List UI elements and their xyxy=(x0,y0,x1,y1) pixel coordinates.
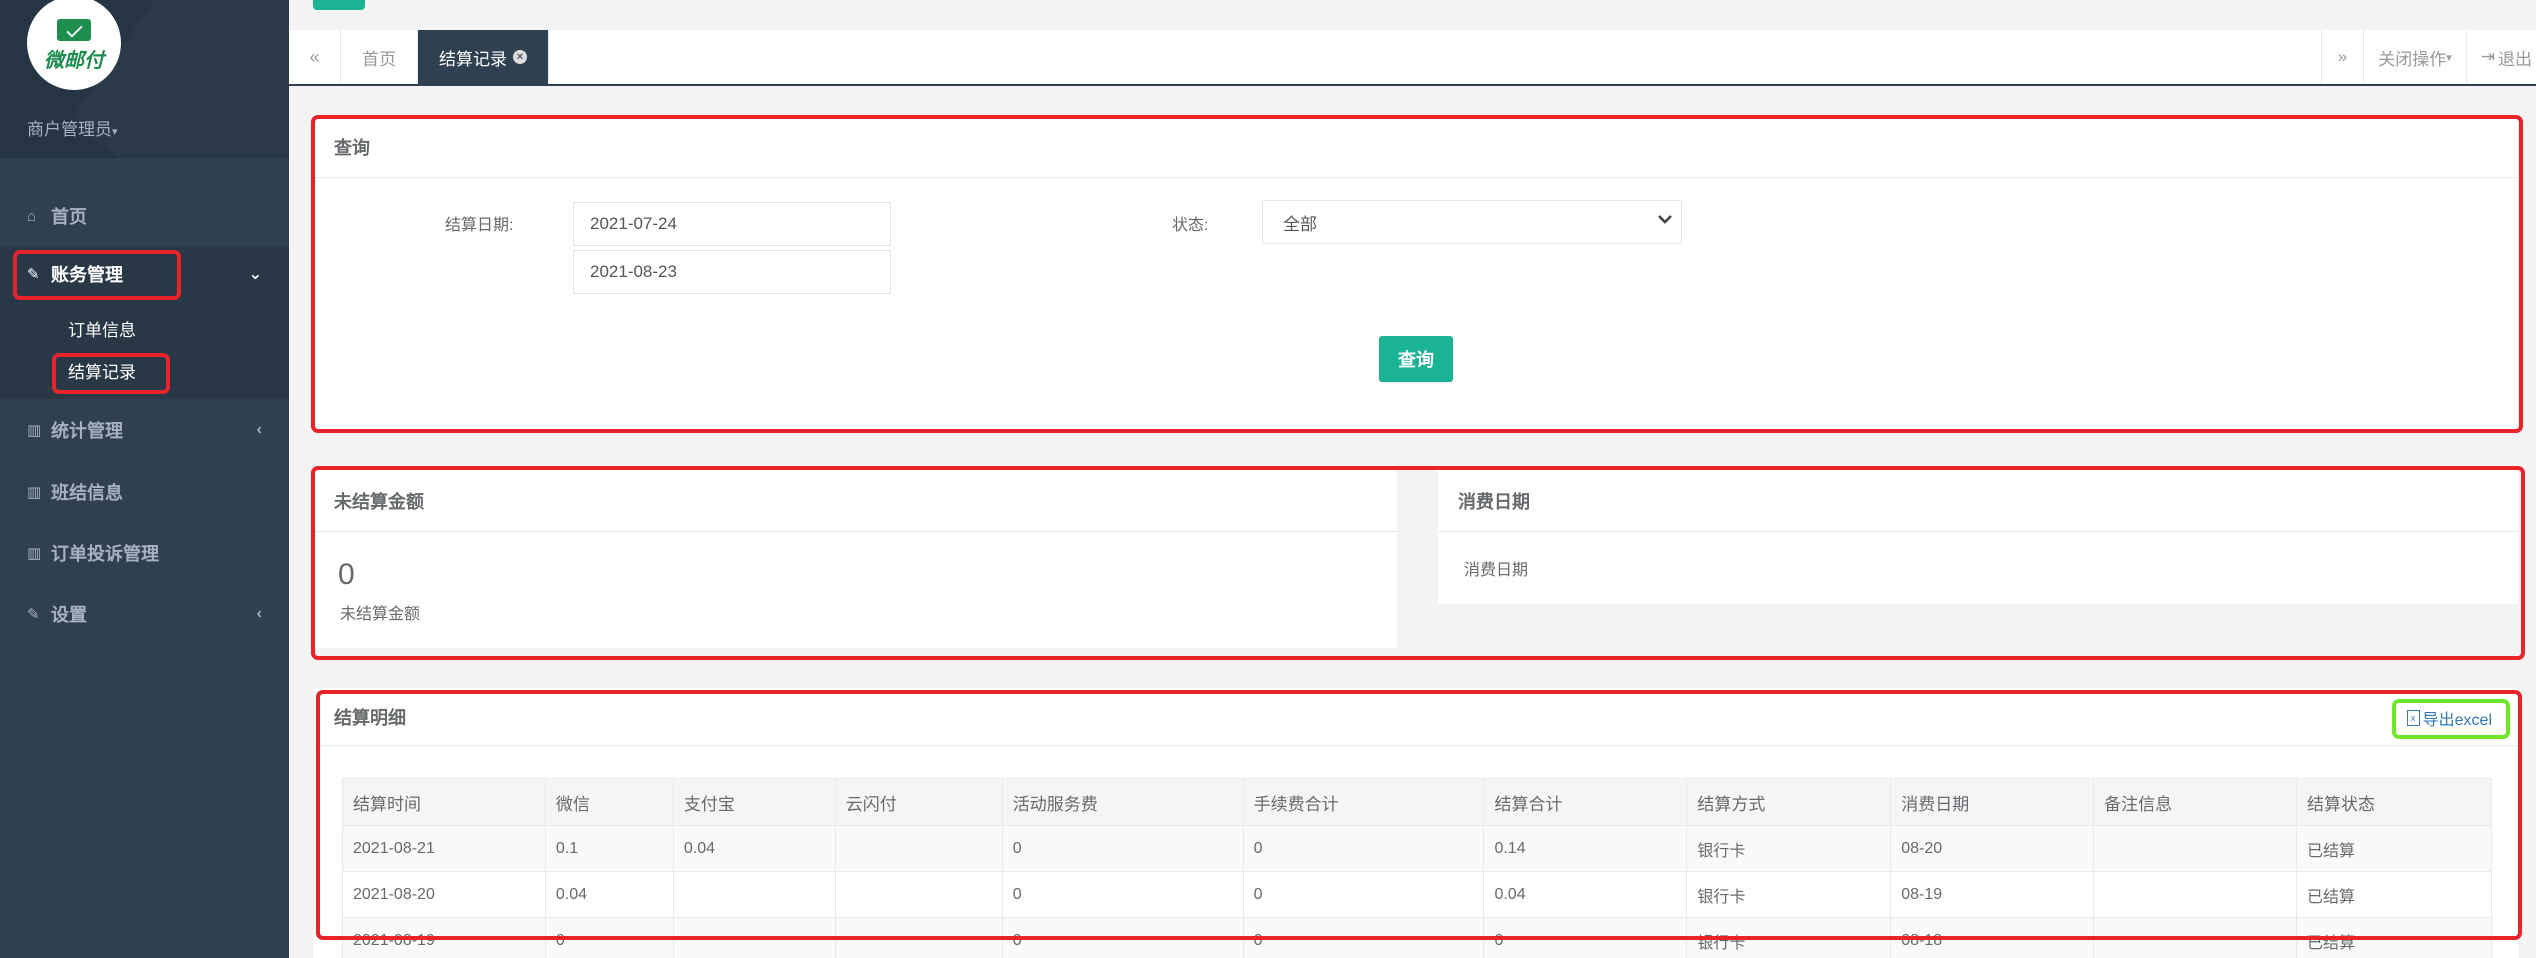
sidebar-item-label: 首页 xyxy=(51,207,87,227)
tab-home[interactable]: 首页 xyxy=(341,30,418,84)
bar-chart-icon: ▥ xyxy=(27,422,42,439)
sidebar-item-home[interactable]: ⌂ 首页 xyxy=(0,185,289,247)
sidebar-item-label: 设置 xyxy=(51,604,87,625)
chevron-down-icon: ⌄ xyxy=(248,266,262,283)
chevron-left-icon: ‹ xyxy=(256,421,262,438)
scroll-right-button[interactable]: » xyxy=(2320,30,2363,84)
role-label: 商户管理员 xyxy=(27,120,112,139)
scroll-left-button[interactable]: « xyxy=(289,30,341,84)
caret-down-icon: ▾ xyxy=(2446,51,2452,64)
bar-chart-icon: ▥ xyxy=(27,544,42,562)
sidebar-subitem-orders[interactable]: 订单信息 xyxy=(0,307,289,349)
logout-icon: ⇥ xyxy=(2480,47,2495,66)
double-right-icon: » xyxy=(2337,47,2348,66)
logo-text: 微邮付 xyxy=(44,50,104,72)
sidebar: 微邮付 商户管理员▾ ⌂ 首页 ✎ 账务管理 ⌄ 订单信息 结算记录 ▥ 统计管… xyxy=(0,0,289,958)
highlight-box xyxy=(13,250,181,300)
tab-bar: « 首页 结算记录 ✕ » 关闭操作 ▾ ⇥ 退出 xyxy=(289,30,2536,86)
highlight-box xyxy=(316,690,2522,940)
chevron-left-icon: ‹ xyxy=(256,604,262,622)
sidebar-item-label: 班结信息 xyxy=(51,482,123,503)
close-operations-dropdown[interactable]: 关闭操作 ▾ xyxy=(2363,30,2466,84)
sidebar-item-settings[interactable]: ✎ 设置 ‹ xyxy=(0,583,289,644)
sidebar-item-statistics[interactable]: ▥ 统计管理 ‹ xyxy=(0,399,289,461)
edit-icon: ✎ xyxy=(27,605,40,623)
close-icon[interactable]: ✕ xyxy=(513,50,527,64)
top-menu-button[interactable] xyxy=(313,0,365,10)
sidebar-item-label: 统计管理 xyxy=(51,421,123,441)
highlight-box xyxy=(52,353,170,394)
tab-settlement[interactable]: 结算记录 ✕ xyxy=(418,30,549,84)
home-icon: ⌂ xyxy=(27,207,37,225)
brand-logo: 微邮付 xyxy=(27,0,121,90)
role-dropdown[interactable]: 商户管理员▾ xyxy=(27,115,118,140)
double-left-icon: « xyxy=(309,46,320,67)
caret-down-icon: ▾ xyxy=(112,126,118,138)
envelope-icon xyxy=(57,19,91,41)
sidebar-item-shift[interactable]: ▥ 班结信息 xyxy=(0,461,289,522)
bar-chart-icon: ▥ xyxy=(27,483,42,501)
logout-button[interactable]: ⇥ 退出 xyxy=(2465,30,2536,84)
highlight-box xyxy=(311,466,2525,660)
profile-header: 微邮付 商户管理员▾ xyxy=(0,0,289,158)
sidebar-item-label: 订单投诉管理 xyxy=(51,543,159,564)
highlight-box xyxy=(311,115,2523,433)
sidebar-item-complaints[interactable]: ▥ 订单投诉管理 xyxy=(0,522,289,583)
highlight-box-export xyxy=(2392,699,2510,739)
